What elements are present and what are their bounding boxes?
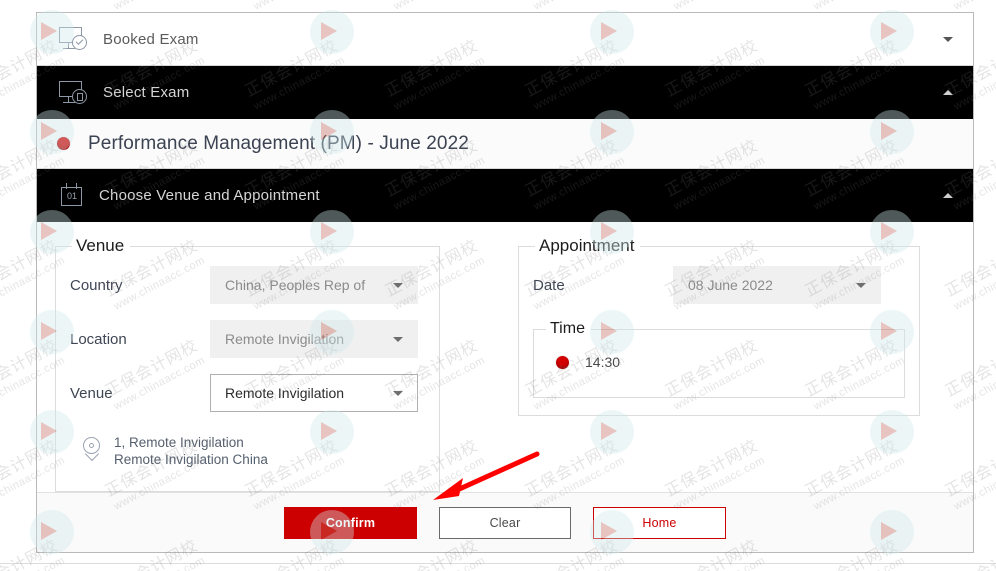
country-row: Country China, Peoples Rep of	[70, 266, 425, 304]
location-label: Location	[70, 330, 127, 348]
accordion-header-booked-exam[interactable]: Booked Exam	[37, 13, 973, 66]
calendar-icon: 01	[59, 183, 85, 208]
location-select[interactable]: Remote Invigilation	[210, 320, 418, 358]
venue-legend: Venue	[76, 236, 125, 255]
venue-select[interactable]: Remote Invigilation	[210, 374, 418, 412]
chevron-down-icon	[856, 283, 866, 288]
venue-address: 1, Remote Invigilation Remote Invigilati…	[82, 434, 425, 468]
country-select[interactable]: China, Peoples Rep of	[210, 266, 418, 304]
time-legend: Time	[550, 320, 585, 337]
time-option-label: 14:30	[585, 354, 621, 370]
accordion-title-select-exam: Select Exam	[103, 84, 190, 101]
venue-row: Venue Remote Invigilation	[70, 374, 425, 412]
accordion-title-choose-venue: Choose Venue and Appointment	[99, 187, 320, 204]
time-option[interactable]: 14:30	[556, 354, 892, 370]
chevron-down-icon	[393, 283, 403, 288]
action-bar: Confirm Clear Home	[37, 492, 973, 552]
accordion-header-choose-venue[interactable]: 01 Choose Venue and Appointment	[37, 169, 973, 222]
location-select-value: Remote Invigilation	[225, 331, 345, 347]
appointment-legend: Appointment	[539, 236, 635, 255]
location-row: Location Remote Invigilation	[70, 320, 425, 358]
date-select-value: 08 June 2022	[688, 277, 773, 293]
confirm-button[interactable]: Confirm	[284, 506, 417, 539]
clear-button[interactable]: Clear	[439, 506, 571, 539]
date-select[interactable]: 08 June 2022	[673, 266, 881, 304]
date-label: Date	[533, 276, 565, 294]
page-root: Booked Exam Select Exam Performance Mana…	[0, 0, 996, 571]
venue-address-line1: 1, Remote Invigilation	[114, 435, 244, 450]
exam-option-label: Performance Management (PM) - June 2022	[88, 132, 469, 154]
chevron-up-icon[interactable]	[943, 89, 953, 95]
country-select-value: China, Peoples Rep of	[225, 277, 366, 293]
chevron-up-icon[interactable]	[943, 192, 953, 198]
venue-label: Venue	[70, 384, 113, 402]
accordion-title-booked-exam: Booked Exam	[103, 30, 199, 48]
page-divider	[0, 563, 996, 564]
venue-address-line2: Remote Invigilation China	[114, 452, 268, 467]
venue-appointment-body: Venue Country China, Peoples Rep of Loca…	[37, 222, 973, 492]
accordion-header-select-exam[interactable]: Select Exam	[37, 66, 973, 119]
appointment-fieldset: Appointment Date 08 June 2022 Time 14:30	[518, 236, 920, 416]
country-label: Country	[70, 276, 123, 294]
venue-select-value: Remote Invigilation	[225, 385, 345, 401]
map-pin-icon	[82, 436, 102, 462]
time-radio-selected[interactable]	[556, 355, 569, 369]
calendar-icon-number: 01	[66, 191, 77, 201]
chevron-down-icon	[393, 337, 403, 342]
time-fieldset: Time 14:30	[533, 320, 905, 398]
chevron-down-icon	[393, 391, 403, 396]
chevron-down-icon[interactable]	[943, 37, 953, 42]
home-button[interactable]: Home	[593, 506, 726, 539]
monitor-document-icon	[59, 80, 89, 105]
venue-fieldset: Venue Country China, Peoples Rep of Loca…	[55, 236, 440, 492]
exam-radio-selected[interactable]	[57, 137, 70, 150]
exam-option-row[interactable]: Performance Management (PM) - June 2022	[37, 119, 973, 169]
exam-booking-wizard: Booked Exam Select Exam Performance Mana…	[36, 12, 974, 553]
date-row: Date 08 June 2022	[533, 266, 905, 304]
monitor-check-icon	[59, 27, 89, 51]
